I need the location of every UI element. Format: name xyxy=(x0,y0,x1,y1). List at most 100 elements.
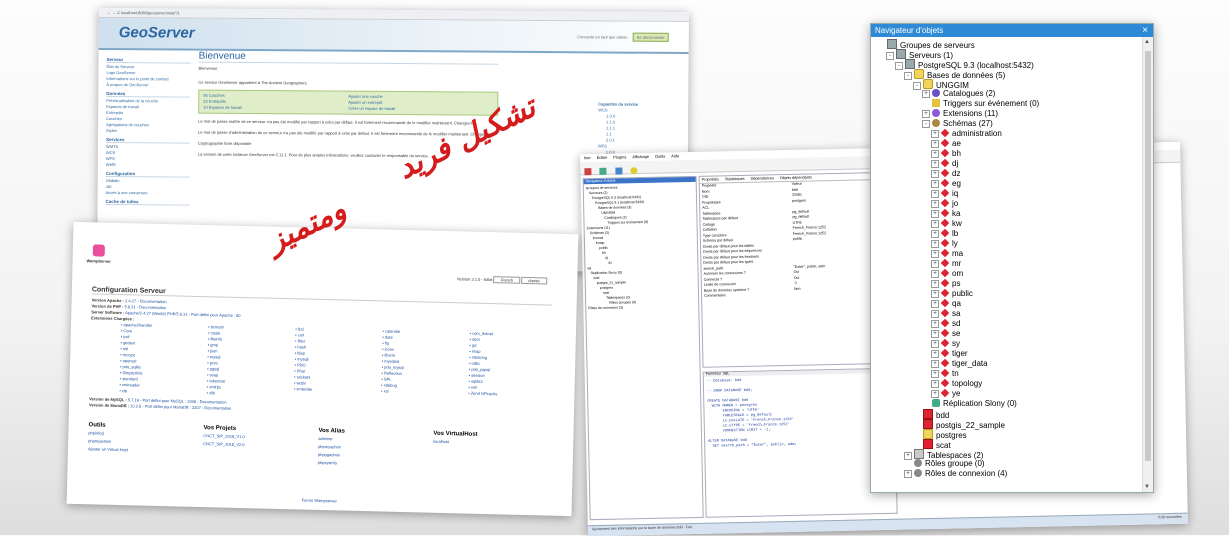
tree-node-label[interactable]: Rôles de connexion (4) xyxy=(925,469,1007,478)
url-text[interactable]: localhost:8080/geoserver/web/?1 xyxy=(121,10,180,15)
tree-node[interactable]: + topology xyxy=(931,379,982,389)
tree-node[interactable]: - Schémas (27) xyxy=(922,119,993,129)
tree-node[interactable]: + Extensions (11) xyxy=(922,109,998,119)
tree-node[interactable]: Rôles groupe (0) xyxy=(904,459,985,469)
tree-node-label[interactable]: Schémas (27) xyxy=(943,119,993,128)
tree-item[interactable]: Rôles de connexion (3) xyxy=(588,304,696,311)
reload-icon[interactable]: C xyxy=(117,10,120,15)
sql-text[interactable]: -- Database: bdd -- DROP DATABASE bdd; C… xyxy=(704,373,896,453)
tree-node[interactable]: +ma xyxy=(931,249,963,259)
tree-node-label[interactable]: om xyxy=(952,269,963,278)
tree-node-label[interactable]: dz xyxy=(952,169,960,178)
expand-icon[interactable]: + xyxy=(931,360,939,368)
tree-node-label[interactable]: ae xyxy=(952,139,961,148)
scrollbar-thumb[interactable] xyxy=(1145,51,1151,461)
expand-icon[interactable]: + xyxy=(931,370,939,378)
tree-node-label[interactable]: tiger_data xyxy=(952,359,988,368)
expand-icon[interactable]: + xyxy=(931,160,939,168)
alias-link[interactable]: phpsysinfo xyxy=(318,460,433,469)
vhost-link[interactable]: localhost xyxy=(433,439,548,448)
tree-node-label[interactable]: ps xyxy=(952,279,960,288)
tree-node[interactable]: Réplication Slony (0) xyxy=(922,399,1017,409)
tree-node[interactable]: +bh xyxy=(931,149,961,159)
tab[interactable]: Statistiques xyxy=(725,177,745,181)
tree-node-label[interactable]: dj xyxy=(952,159,958,168)
expand-icon[interactable]: + xyxy=(931,180,939,188)
tree-node-label[interactable]: eg xyxy=(952,179,961,188)
tree-node-label[interactable]: administration xyxy=(952,129,1002,138)
tab[interactable]: Dépendances xyxy=(751,176,775,180)
sidebar-item[interactable]: À propos de GeoServer xyxy=(106,82,190,89)
menu-item[interactable]: Éditer xyxy=(597,155,608,160)
tree-node[interactable]: + qa xyxy=(931,299,961,309)
tree-node[interactable]: + tiger_data xyxy=(931,359,988,369)
summary-action-link[interactable]: Créer un espace de travail xyxy=(348,106,493,113)
expand-icon[interactable]: + xyxy=(931,320,939,328)
theme-select[interactable]: classic xyxy=(521,277,547,285)
tree-node[interactable]: +ye xyxy=(931,389,960,399)
tool-link[interactable]: Ajouter un Virtual Host xyxy=(88,446,203,455)
tree-node-label[interactable]: Extensions (11) xyxy=(943,109,998,118)
tree-node[interactable]: +se xyxy=(931,329,960,339)
tree-node-label[interactable]: ly xyxy=(952,239,958,248)
collapse-icon[interactable]: - xyxy=(886,52,894,60)
expand-icon[interactable]: + xyxy=(931,190,939,198)
expand-icon[interactable]: + xyxy=(931,310,939,318)
tree-node[interactable]: +sa xyxy=(931,309,960,319)
tree-node-label[interactable]: sy xyxy=(952,339,960,348)
collapse-icon[interactable]: - xyxy=(922,120,930,128)
expand-icon[interactable]: + xyxy=(931,200,939,208)
menu-item[interactable]: hier xyxy=(584,155,591,160)
expand-icon[interactable]: + xyxy=(931,170,939,178)
collapse-icon[interactable]: - xyxy=(913,82,921,90)
expand-icon[interactable]: + xyxy=(931,280,939,288)
sidebar-item[interactable]: Styles xyxy=(106,128,190,135)
tree-node-label[interactable]: Triggers sur événement (0) xyxy=(943,99,1039,108)
connect-icon[interactable] xyxy=(584,168,591,175)
expand-icon[interactable]: + xyxy=(904,470,912,478)
tree-node[interactable]: +administration xyxy=(931,129,1002,139)
tree-node-label[interactable]: sd xyxy=(952,319,960,328)
summary-action-link[interactable]: 10 Espaces de travail xyxy=(203,105,348,112)
tree-node-label[interactable]: Rôles groupe (0) xyxy=(925,459,985,468)
tree-node[interactable]: +Catalogues (2) xyxy=(922,89,995,99)
tree-node-label[interactable]: jo xyxy=(952,199,958,208)
expand-icon[interactable]: + xyxy=(931,220,939,228)
tree-node[interactable]: + om xyxy=(931,269,963,279)
tree-node-label[interactable]: lb xyxy=(952,229,958,238)
tree-node[interactable]: + kw xyxy=(931,219,962,229)
wamp-footer[interactable]: Forum Wampserver xyxy=(67,492,572,510)
expand-icon[interactable]: + xyxy=(931,270,939,278)
tree-node-label[interactable]: tn xyxy=(952,369,959,378)
help-icon[interactable] xyxy=(631,167,638,174)
tree-node[interactable]: +tiger xyxy=(931,349,968,359)
tree-node-label[interactable]: qa xyxy=(952,299,961,308)
expand-icon[interactable]: + xyxy=(922,110,930,118)
tree-node-label[interactable]: topology xyxy=(952,379,982,388)
tree-node[interactable]: +ae xyxy=(931,139,961,149)
tree-node[interactable]: + eg xyxy=(931,179,961,189)
expand-icon[interactable]: + xyxy=(931,330,939,338)
tree-node[interactable]: +ka xyxy=(931,209,960,219)
tree-node-label[interactable]: bh xyxy=(952,149,961,158)
sql-icon[interactable] xyxy=(615,167,622,174)
back-arrow-icon[interactable]: ← xyxy=(107,10,111,15)
tree-node-label[interactable]: iq xyxy=(952,189,958,198)
expand-icon[interactable]: + xyxy=(931,210,939,218)
menu-item[interactable]: Outils xyxy=(655,154,665,159)
sidebar-item[interactable]: Accès à une couverture xyxy=(106,190,190,197)
tree-node[interactable]: + Rôles de connexion (4) xyxy=(904,469,1007,479)
expand-icon[interactable]: + xyxy=(931,230,939,238)
menu-item[interactable]: Aide xyxy=(671,153,679,158)
tree-node-label[interactable]: kw xyxy=(952,219,962,228)
tree-node[interactable]: + tn xyxy=(931,369,959,379)
expand-icon[interactable]: + xyxy=(931,390,939,398)
vertical-scrollbar[interactable]: ▲ ▼ xyxy=(1142,37,1153,492)
expand-icon[interactable]: + xyxy=(931,300,939,308)
logout-button[interactable]: Se déconnecter xyxy=(633,33,669,42)
tab[interactable]: Propriétés xyxy=(702,177,719,181)
expand-icon[interactable]: + xyxy=(931,380,939,388)
tree-node-label[interactable]: Réplication Slony (0) xyxy=(943,399,1017,408)
collapse-icon[interactable]: - xyxy=(904,72,912,80)
tree-node[interactable]: + sd xyxy=(931,319,960,329)
